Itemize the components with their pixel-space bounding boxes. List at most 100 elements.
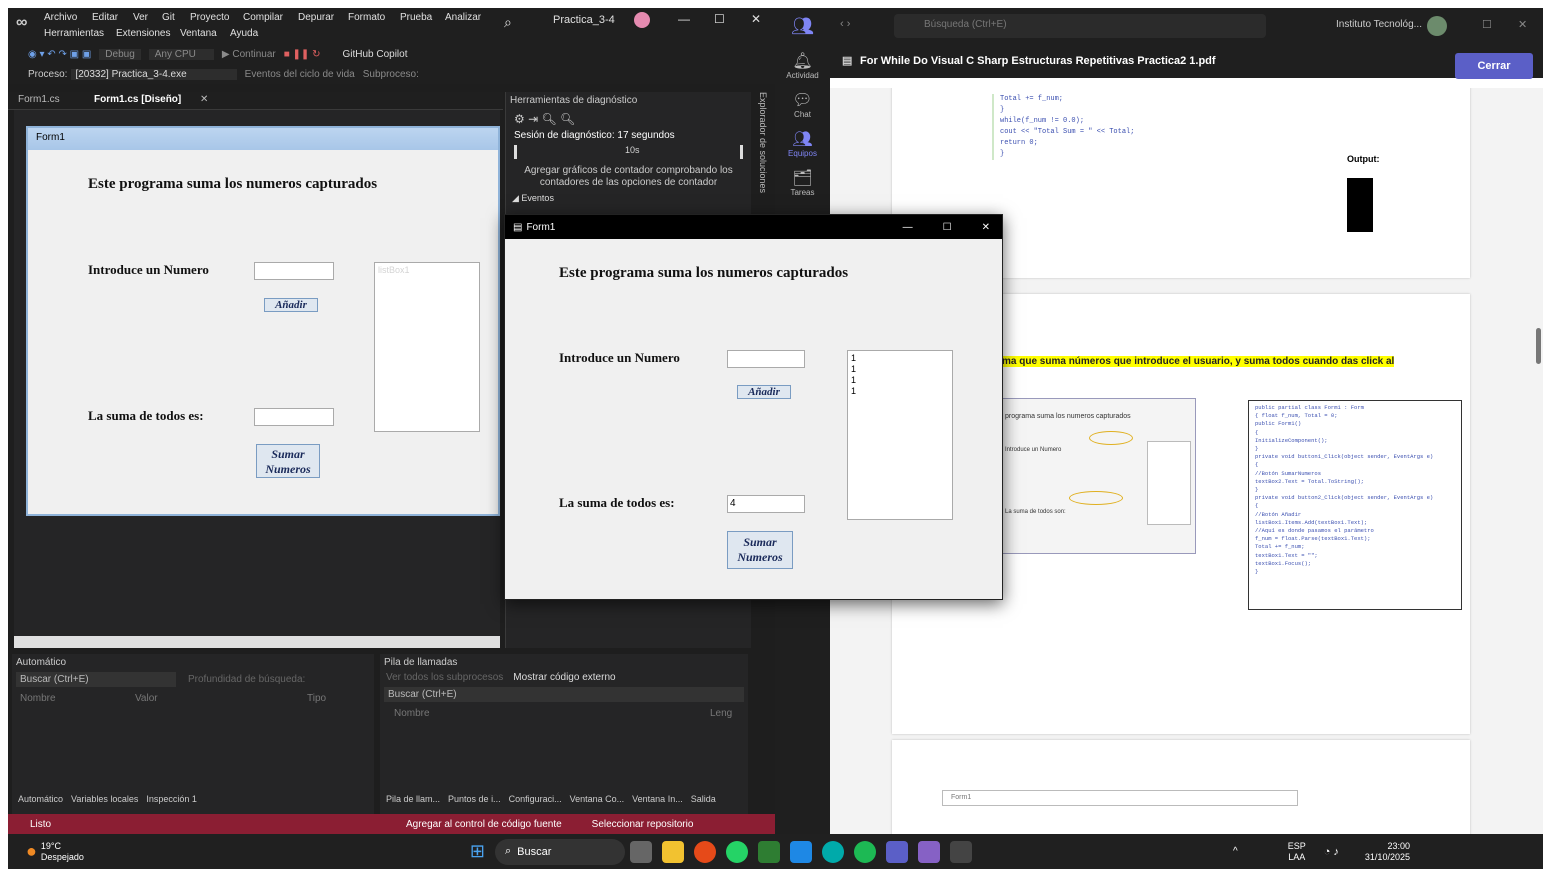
teams-close-icon[interactable]: ✕ (1518, 18, 1527, 31)
callstack-external[interactable]: Mostrar código externo (513, 672, 615, 683)
running-form-window[interactable]: ▤ Form1 — ☐ ✕ Este programa suma los num… (504, 214, 1003, 600)
menu-editar[interactable]: Editar (92, 12, 118, 23)
tab-puntos[interactable]: Puntos de i... (448, 794, 501, 804)
tab-form1-cs[interactable]: Form1.cs (18, 94, 60, 105)
tab-salida[interactable]: Salida (691, 794, 716, 804)
sum-numbers-button[interactable]: Sumar Numeros (727, 531, 793, 569)
list-item[interactable]: 1 (851, 375, 949, 386)
org-name[interactable]: Instituto Tecnológ... (1336, 19, 1422, 30)
designer-listbox[interactable]: listBox1 (374, 262, 480, 432)
designer-sum-button[interactable]: Sumar Numeros (256, 444, 320, 478)
whatsapp-icon[interactable] (726, 840, 748, 863)
app-window-icon[interactable] (950, 840, 972, 863)
office-icon[interactable] (694, 840, 716, 863)
continue-button[interactable]: ▶ Continuar (222, 49, 276, 60)
menu-ventana[interactable]: Ventana (180, 28, 217, 39)
tab-inspeccion[interactable]: Inspección 1 (146, 794, 197, 804)
callstack-search[interactable]: Buscar (Ctrl+E) (384, 687, 744, 702)
start-icon[interactable]: ⊞ (470, 841, 485, 862)
menu-git[interactable]: Git (162, 12, 175, 23)
tray-chevron-icon[interactable]: ^ (1233, 846, 1238, 857)
designer-scrollbar[interactable] (14, 636, 500, 648)
process-dropdown[interactable]: [20332] Practica_3-4.exe (71, 68, 237, 80)
form1-close-icon[interactable]: ✕ (982, 222, 990, 233)
form1-minimize-icon[interactable]: — (903, 222, 913, 233)
tab-close-icon[interactable]: ✕ (200, 94, 208, 105)
toolbar-icons[interactable]: ◉ ▾ ↶ ↷ ▣ ▣ (28, 49, 91, 60)
taskview-icon[interactable] (630, 840, 652, 863)
debug-controls[interactable]: ■ ❚❚ ↻ (284, 49, 321, 60)
copilot-button[interactable]: GitHub Copilot (342, 49, 407, 60)
activity-icon[interactable]: 🔔︎ (775, 51, 830, 71)
tab-ventana-co[interactable]: Ventana Co... (570, 794, 625, 804)
status-source-control[interactable]: Agregar al control de código fuente (406, 819, 562, 830)
number-input[interactable] (727, 350, 805, 368)
rail-tareas[interactable]: Tareas (775, 188, 830, 197)
designer-add-button[interactable]: Añadir (264, 298, 318, 312)
menu-proyecto[interactable]: Proyecto (190, 12, 229, 23)
designer-form[interactable]: Form1 Este programa suma los numeros cap… (26, 126, 500, 516)
add-button[interactable]: Añadir (737, 385, 791, 399)
wifi-volume-icon[interactable]: ◔ ♪ (1324, 846, 1339, 858)
edge-icon[interactable] (822, 840, 844, 863)
tab-pila[interactable]: Pila de llam... (386, 794, 440, 804)
spotify-icon[interactable] (854, 840, 876, 863)
close-pdf-button[interactable]: Cerrar (1455, 53, 1533, 79)
pdf-scrollbar[interactable] (1536, 328, 1541, 364)
menu-depurar[interactable]: Depurar (298, 12, 334, 23)
tab-variables-locales[interactable]: Variables locales (71, 794, 138, 804)
menu-formato[interactable]: Formato (348, 12, 385, 23)
tab-config[interactable]: Configuraci... (509, 794, 562, 804)
menu-ayuda[interactable]: Ayuda (230, 28, 258, 39)
nav-back-icon[interactable]: ‹ › (840, 18, 850, 30)
rail-chat[interactable]: Chat (775, 110, 830, 119)
language-indicator[interactable]: ESP LAA (1288, 841, 1306, 863)
sum-output[interactable]: 4 (727, 495, 805, 513)
copilot-avatar-icon[interactable] (634, 12, 650, 28)
weather-widget[interactable]: 19°C Despejado (41, 841, 84, 863)
file-explorer-icon[interactable] (662, 840, 684, 863)
platform-dropdown[interactable]: Any CPU (148, 48, 214, 60)
list-item[interactable]: 1 (851, 353, 949, 364)
word-icon[interactable] (790, 840, 812, 863)
teams-taskbar-icon[interactable] (886, 840, 908, 863)
vs-search-icon[interactable]: ⌕ (504, 14, 512, 31)
form1-maximize-icon[interactable]: ☐ (943, 222, 952, 233)
tab-ventana-in[interactable]: Ventana In... (632, 794, 683, 804)
rail-equipos[interactable]: Equipos (775, 149, 830, 158)
lifecycle-events[interactable]: Eventos del ciclo de vida (245, 69, 355, 80)
solution-explorer-tab[interactable]: Explorador de soluciones (754, 92, 768, 212)
minimize-icon[interactable]: — (678, 12, 690, 26)
tab-form1-design[interactable]: Form1.cs [Diseño] (94, 94, 181, 105)
teams-search[interactable]: Búsqueda (Ctrl+E) (894, 14, 1266, 38)
tab-automatico[interactable]: Automático (18, 794, 63, 804)
user-avatar[interactable] (1427, 16, 1447, 36)
status-repo[interactable]: Seleccionar repositorio (592, 819, 694, 830)
config-dropdown[interactable]: Debug (99, 48, 141, 60)
diag-events[interactable]: ◢ Eventos (506, 193, 751, 204)
list-item[interactable]: 1 (851, 364, 949, 375)
tasks-icon[interactable]: 🗂︎ (775, 168, 830, 188)
excel-icon[interactable] (758, 840, 780, 863)
numbers-listbox[interactable]: 1 1 1 1 (847, 350, 953, 520)
close-icon[interactable]: ✕ (751, 12, 761, 26)
menu-compilar[interactable]: Compilar (243, 12, 283, 23)
menu-archivo[interactable]: Archivo (44, 12, 77, 23)
teams-icon[interactable]: 👥︎ (775, 129, 830, 149)
taskbar-search[interactable]: ⌕ Buscar (495, 838, 625, 865)
list-item[interactable]: 1 (851, 386, 949, 397)
designer-textbox2[interactable] (254, 408, 334, 426)
designer-textbox1[interactable] (254, 262, 334, 280)
rail-actividad[interactable]: Actividad (775, 71, 830, 80)
chat-icon[interactable]: 💬︎ (775, 90, 830, 110)
diag-timeline[interactable]: 10s (514, 145, 743, 159)
menu-prueba[interactable]: Prueba (400, 12, 432, 23)
clock[interactable]: 23:00 31/10/2025 (1365, 841, 1410, 863)
visual-studio-taskbar-icon[interactable] (918, 840, 940, 863)
maximize-icon[interactable]: ☐ (714, 12, 725, 26)
menu-analizar[interactable]: Analizar (445, 12, 481, 23)
menu-herramientas[interactable]: Herramientas (44, 28, 104, 39)
teams-maximize-icon[interactable]: ☐ (1482, 18, 1492, 31)
weather-icon[interactable]: ● (26, 841, 37, 862)
callstack-threads[interactable]: Ver todos los subprocesos (386, 672, 503, 683)
